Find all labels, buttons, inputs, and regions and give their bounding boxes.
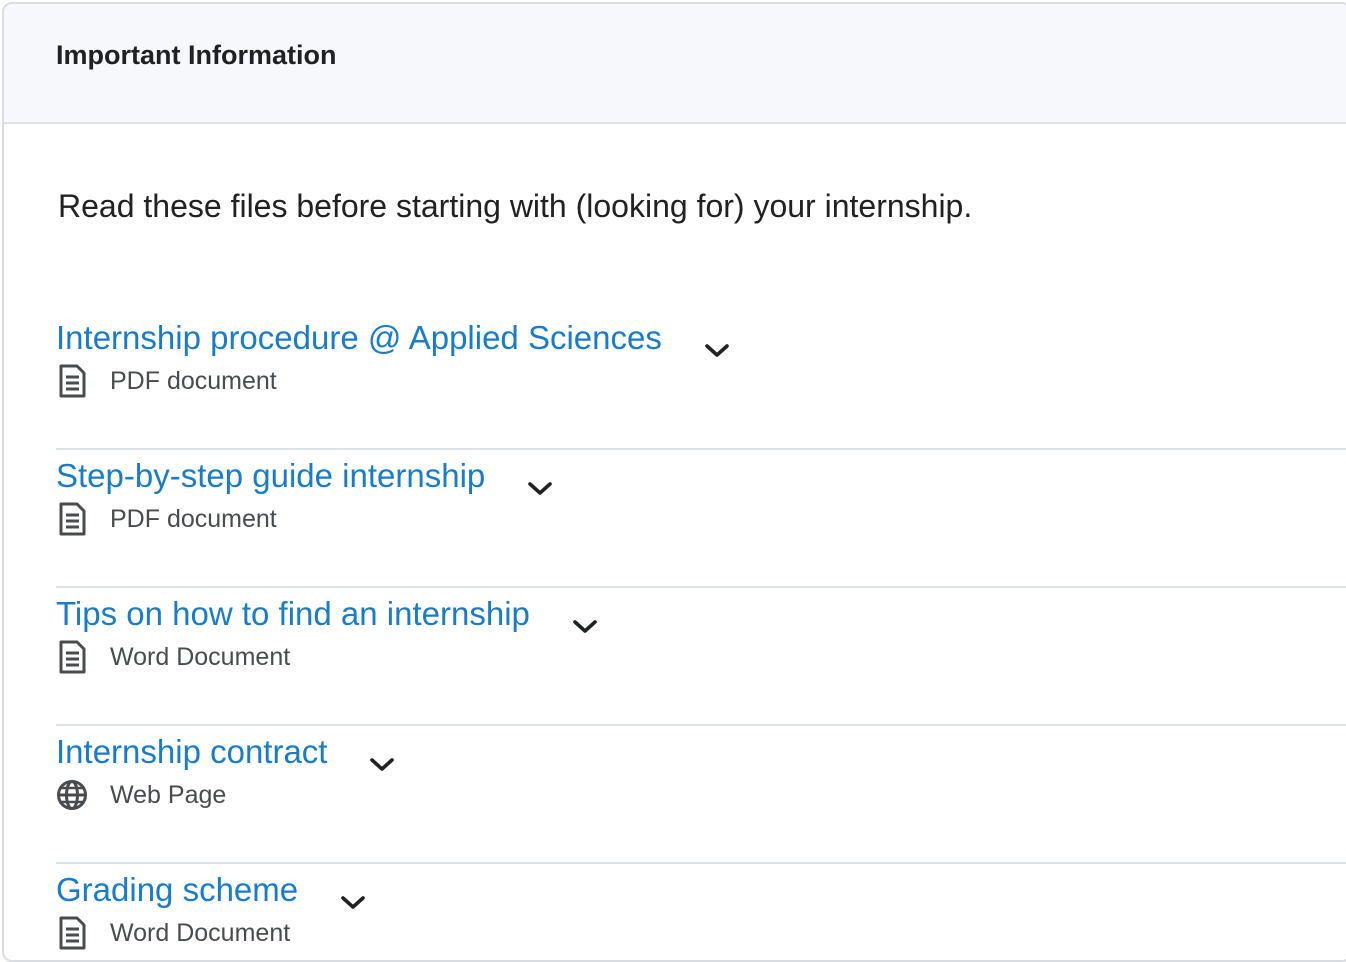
panel-title: Important Information bbox=[56, 40, 337, 70]
document-icon bbox=[59, 502, 86, 536]
panel-header: Important Information bbox=[4, 4, 1346, 124]
item-title-row: Tips on how to find an internship bbox=[56, 586, 600, 642]
item-type-label: PDF document bbox=[110, 366, 277, 395]
item-meta: Web Page bbox=[56, 778, 226, 812]
item-meta: PDF document bbox=[56, 502, 277, 536]
chevron-down-icon[interactable] bbox=[338, 888, 368, 918]
item-link-step-by-step-guide[interactable]: Step-by-step guide internship bbox=[56, 453, 485, 499]
item-title-row: Internship contract bbox=[56, 724, 397, 780]
item-meta: PDF document bbox=[56, 364, 277, 398]
item-title-row: Internship procedure @ Applied Sciences bbox=[56, 310, 732, 366]
chevron-down-icon[interactable] bbox=[367, 750, 397, 780]
item-type-label: Word Document bbox=[110, 918, 291, 947]
item-title-row: Grading scheme bbox=[56, 862, 368, 918]
list-item: Grading scheme Word Document bbox=[56, 862, 1346, 960]
item-meta: Word Document bbox=[56, 916, 290, 950]
item-type-label: PDF document bbox=[110, 504, 277, 533]
important-information-panel: Important Information Read these files b… bbox=[2, 2, 1346, 962]
list-item: Tips on how to find an internship Word D… bbox=[56, 586, 1346, 726]
document-icon bbox=[59, 364, 86, 398]
item-link-internship-procedure[interactable]: Internship procedure @ Applied Sciences bbox=[56, 315, 662, 361]
list-item: Internship contract Web Page bbox=[56, 724, 1346, 864]
item-meta: Word Document bbox=[56, 640, 290, 674]
item-link-grading-scheme[interactable]: Grading scheme bbox=[56, 867, 298, 913]
chevron-down-icon[interactable] bbox=[570, 612, 600, 642]
item-type-label: Word Document bbox=[110, 642, 291, 671]
item-type-label: Web Page bbox=[110, 780, 227, 809]
chevron-down-icon[interactable] bbox=[702, 336, 732, 366]
item-link-internship-contract[interactable]: Internship contract bbox=[56, 729, 327, 775]
item-title-row: Step-by-step guide internship bbox=[56, 448, 555, 504]
globe-icon bbox=[57, 780, 87, 810]
list-item: Step-by-step guide internship PDF docume… bbox=[56, 448, 1346, 588]
document-icon bbox=[59, 640, 86, 674]
document-icon bbox=[59, 916, 86, 950]
chevron-down-icon[interactable] bbox=[525, 474, 555, 504]
item-link-tips-find-internship[interactable]: Tips on how to find an internship bbox=[56, 591, 530, 637]
intro-text: Read these files before starting with (l… bbox=[58, 188, 973, 224]
list-item: Internship procedure @ Applied Sciences … bbox=[56, 310, 1346, 450]
